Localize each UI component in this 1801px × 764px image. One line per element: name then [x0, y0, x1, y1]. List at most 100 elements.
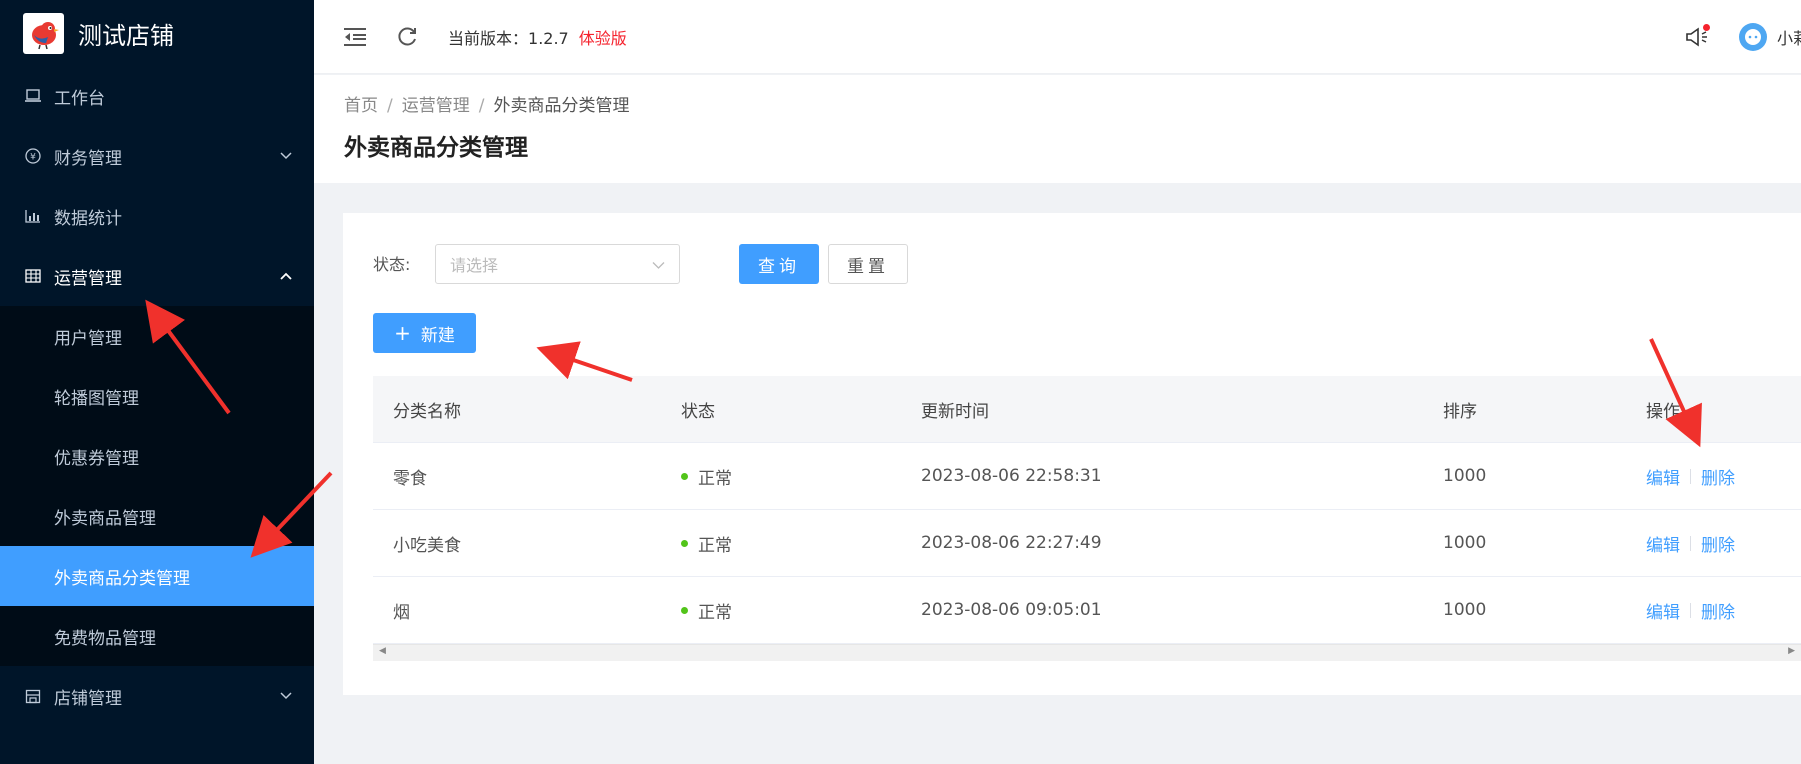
- status-cell: 正常: [661, 531, 901, 556]
- actions-cell: 编辑 删除: [1626, 464, 1801, 489]
- divider: [1690, 535, 1691, 551]
- table-row: 零食 正常 2023-08-06 22:58:31 1000 编辑 删除: [373, 443, 1801, 510]
- sidebar-item-finance[interactable]: ¥ 财务管理: [0, 126, 314, 186]
- sort-value: 1000: [1443, 466, 1487, 486]
- status-cell: 正常: [661, 464, 901, 489]
- sidebar-item-takeout-goods[interactable]: 外卖商品管理: [0, 486, 314, 546]
- content-card: 状态: 请选择 查询 重置 + 新建 分类名称 状态 更新时间 排序 操作 零食…: [343, 213, 1801, 695]
- sidebar-item-coupons[interactable]: 优惠券管理: [0, 426, 314, 486]
- column-header: 更新时间: [921, 401, 989, 422]
- refresh-icon[interactable]: [394, 24, 420, 50]
- brand: 测试店铺: [0, 0, 314, 66]
- sidebar-item-label: 运营管理: [54, 268, 122, 289]
- column-header: 分类名称: [393, 401, 461, 422]
- actions-cell: 编辑 删除: [1626, 531, 1801, 556]
- table-icon: [24, 267, 42, 285]
- laptop-icon: [24, 87, 42, 105]
- header-right: 小莉: [1683, 0, 1801, 74]
- chevron-down-icon: [652, 255, 665, 274]
- status-text: 正常: [698, 468, 732, 489]
- version-number: 1.2.7: [528, 28, 569, 48]
- table-row: 烟 正常 2023-08-06 09:05:01 1000 编辑 删除: [373, 577, 1801, 644]
- notification-dot: [1703, 24, 1710, 31]
- reset-button[interactable]: 重置: [828, 244, 908, 284]
- sidebar: 测试店铺 工作台 ¥ 财务管理 数据统计 运营管理 用户管理 轮播图管理 优惠券…: [0, 0, 314, 764]
- sidebar-item-workbench[interactable]: 工作台: [0, 66, 314, 126]
- sort-value: 1000: [1443, 600, 1487, 620]
- column-header: 操作: [1646, 401, 1680, 422]
- bar-chart-icon: [24, 207, 42, 225]
- chevron-down-icon: [280, 689, 292, 703]
- updated-time: 2023-08-06 22:58:31: [921, 466, 1102, 486]
- svg-text:¥: ¥: [30, 153, 36, 163]
- status-dot: [681, 539, 688, 547]
- status-select-placeholder: 请选择: [450, 256, 499, 275]
- sidebar-item-operations[interactable]: 运营管理: [0, 246, 314, 306]
- sidebar-item-label: 数据统计: [54, 208, 122, 229]
- new-button-label: 新建: [420, 325, 455, 346]
- brand-name: 测试店铺: [78, 21, 174, 50]
- red-bird-logo: [23, 12, 64, 54]
- edit-link[interactable]: 编辑: [1646, 531, 1680, 556]
- status-select[interactable]: 请选择: [435, 244, 680, 284]
- breadcrumb-separator: /: [387, 96, 393, 116]
- column-header: 状态: [681, 401, 715, 422]
- page-header: 首页 / 运营管理 / 外卖商品分类管理 外卖商品分类管理: [314, 75, 1801, 183]
- status-dot: [681, 472, 688, 480]
- version-info: 当前版本：1.2.7 体验版: [448, 25, 627, 49]
- delete-link[interactable]: 删除: [1701, 464, 1735, 489]
- sidebar-item-statistics[interactable]: 数据统计: [0, 186, 314, 246]
- sidebar-item-label: 店铺管理: [54, 688, 122, 709]
- status-filter-label: 状态:: [373, 255, 411, 274]
- actions-cell: 编辑 删除: [1626, 598, 1801, 623]
- divider: [1690, 602, 1691, 618]
- status-dot: [681, 606, 688, 614]
- query-button[interactable]: 查询: [739, 244, 819, 284]
- top-header: 当前版本：1.2.7 体验版 小莉: [314, 0, 1801, 74]
- sidebar-item-store[interactable]: 店铺管理: [0, 666, 314, 726]
- breadcrumb-parent[interactable]: 运营管理: [402, 96, 470, 116]
- sidebar-item-users[interactable]: 用户管理: [0, 306, 314, 366]
- horizontal-scrollbar[interactable]: ◀ ▶: [373, 644, 1801, 661]
- sidebar-item-free-items[interactable]: 免费物品管理: [0, 606, 314, 666]
- updated-time: 2023-08-06 09:05:01: [921, 600, 1102, 620]
- edit-link[interactable]: 编辑: [1646, 598, 1680, 623]
- breadcrumb-current: 外卖商品分类管理: [493, 96, 630, 116]
- yen-circle-icon: ¥: [24, 147, 42, 165]
- page-title: 外卖商品分类管理: [344, 135, 528, 161]
- chevron-up-icon: [280, 269, 292, 283]
- edit-link[interactable]: 编辑: [1646, 464, 1680, 489]
- delete-link[interactable]: 删除: [1701, 598, 1735, 623]
- divider: [1690, 468, 1691, 484]
- sidebar-item-label: 财务管理: [54, 148, 122, 169]
- scroll-left-icon[interactable]: ◀: [379, 646, 386, 656]
- breadcrumb-separator: /: [478, 96, 485, 116]
- category-name: 烟: [393, 602, 410, 623]
- trial-badge: 体验版: [578, 28, 627, 48]
- table-header: 分类名称 状态 更新时间 排序 操作: [373, 376, 1801, 443]
- status-cell: 正常: [661, 598, 901, 623]
- breadcrumb: 首页 / 运营管理 / 外卖商品分类管理: [344, 91, 629, 116]
- avatar[interactable]: [1739, 23, 1767, 51]
- delete-link[interactable]: 删除: [1701, 531, 1735, 556]
- category-name: 小吃美食: [393, 535, 461, 556]
- status-text: 正常: [698, 602, 732, 623]
- chevron-down-icon: [280, 149, 292, 163]
- column-header: 排序: [1443, 401, 1477, 422]
- notification-speaker-icon[interactable]: [1683, 23, 1711, 51]
- status-text: 正常: [698, 535, 732, 556]
- store-icon: [24, 687, 42, 705]
- new-button[interactable]: + 新建: [373, 313, 476, 353]
- breadcrumb-home[interactable]: 首页: [344, 96, 378, 116]
- sort-value: 1000: [1443, 533, 1487, 553]
- operations-submenu: 用户管理 轮播图管理 优惠券管理 外卖商品管理 外卖商品分类管理 免费物品管理: [0, 306, 314, 666]
- sidebar-item-takeout-categories[interactable]: 外卖商品分类管理: [0, 546, 314, 606]
- menu-fold-icon[interactable]: [342, 24, 368, 50]
- username[interactable]: 小莉: [1777, 25, 1801, 49]
- sidebar-item-banners[interactable]: 轮播图管理: [0, 366, 314, 426]
- version-label: 当前版本：: [448, 28, 529, 48]
- category-table: 分类名称 状态 更新时间 排序 操作 零食 正常 2023-08-06 22:5…: [373, 376, 1801, 661]
- table-row: 小吃美食 正常 2023-08-06 22:27:49 1000 编辑 删除: [373, 510, 1801, 577]
- sidebar-item-label: 工作台: [54, 88, 105, 109]
- scroll-right-icon[interactable]: ▶: [1788, 646, 1795, 656]
